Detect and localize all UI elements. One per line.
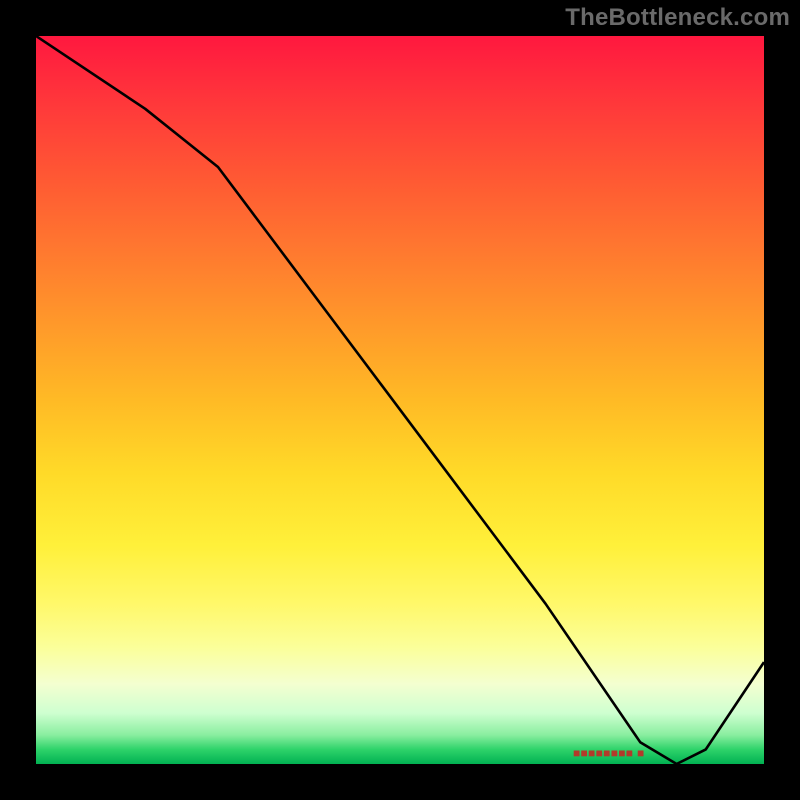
bottleneck-curve [36,36,764,764]
chart-frame: TheBottleneck.com ■■■■■■■■ ■ [0,0,800,800]
baseline-marker: ■■■■■■■■ ■ [573,746,645,760]
watermark-text: TheBottleneck.com [565,4,790,32]
plot-area: ■■■■■■■■ ■ [36,36,764,764]
